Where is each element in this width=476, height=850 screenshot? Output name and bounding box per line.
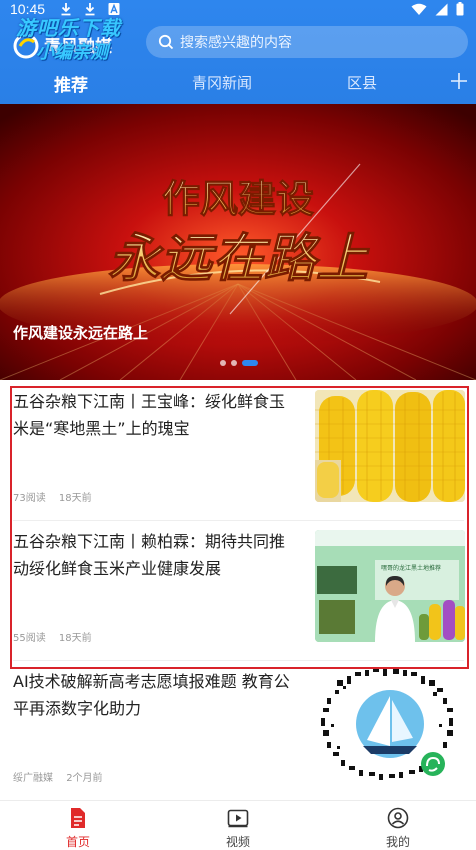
tab-qinggang-news[interactable]: 青冈新闻	[192, 72, 252, 93]
system-status-icons	[411, 2, 464, 16]
carousel-dot-active[interactable]	[242, 360, 258, 366]
video-icon	[227, 809, 249, 828]
carousel-indicator	[220, 360, 258, 366]
banner-headline-line1: 作风建设	[162, 177, 314, 221]
banner-headline-line2: 永远在路上	[108, 228, 370, 289]
logo-text: 青风融媒	[44, 36, 113, 57]
highlight-box	[10, 386, 469, 669]
logo-mark-icon: 青风融媒	[13, 33, 113, 59]
download-icon	[85, 3, 95, 16]
wifi-icon	[411, 3, 427, 15]
carousel-dot[interactable]	[231, 360, 237, 366]
tab-recommend[interactable]: 推荐	[54, 71, 88, 96]
nav-video[interactable]: 视频	[198, 807, 278, 850]
news-item[interactable]: AI技术破解新高考志愿填报难题 教育公平再添数字化助力 绥广融媒 2个月前	[0, 660, 476, 800]
news-timestamp: 2个月前	[66, 773, 103, 784]
nav-profile-label: 我的	[385, 835, 410, 849]
news-meta: 绥广融媒 2个月前	[13, 769, 113, 784]
carousel-dot[interactable]	[220, 360, 226, 366]
download-icon	[61, 3, 71, 16]
nav-home[interactable]: 首页	[38, 807, 118, 850]
home-doc-icon	[71, 808, 85, 828]
channel-tabs: 推荐 青冈新闻 区县	[0, 68, 476, 102]
tab-district[interactable]: 区县	[347, 72, 377, 93]
search-placeholder: 搜索感兴趣的内容	[180, 35, 292, 51]
nav-profile[interactable]: 我的	[358, 807, 438, 850]
mini-program-code	[315, 666, 465, 782]
search-input[interactable]: 搜索感兴趣的内容	[146, 26, 468, 58]
nav-home-label: 首页	[65, 835, 90, 849]
signal-icon	[435, 3, 448, 15]
battery-icon	[456, 2, 464, 16]
app-header: 10:45 青风融媒 游吧乐下载 小编亲测 搜索感兴趣的内容 推荐 青冈新闻 区…	[0, 0, 476, 104]
status-time: 10:45	[10, 1, 46, 17]
status-notification-icons	[60, 2, 120, 16]
news-source: 绥广融媒	[13, 773, 53, 784]
app-logo: 青风融媒	[10, 30, 140, 62]
add-channel-icon[interactable]	[450, 72, 468, 90]
status-bar: 10:45	[0, 0, 476, 22]
notification-a-icon	[108, 3, 120, 15]
banner-caption: 作风建设永远在路上	[13, 324, 149, 342]
profile-icon	[387, 807, 409, 829]
news-title: AI技术破解新高考志愿填报难题 教育公平再添数字化助力	[13, 672, 290, 718]
nav-video-label: 视频	[225, 835, 250, 849]
banner-carousel[interactable]: 作风建设 永远在路上 作风建设永远在路上	[0, 104, 476, 380]
search-icon	[158, 34, 174, 50]
bottom-navigation: 首页 视频 我的	[0, 800, 476, 850]
